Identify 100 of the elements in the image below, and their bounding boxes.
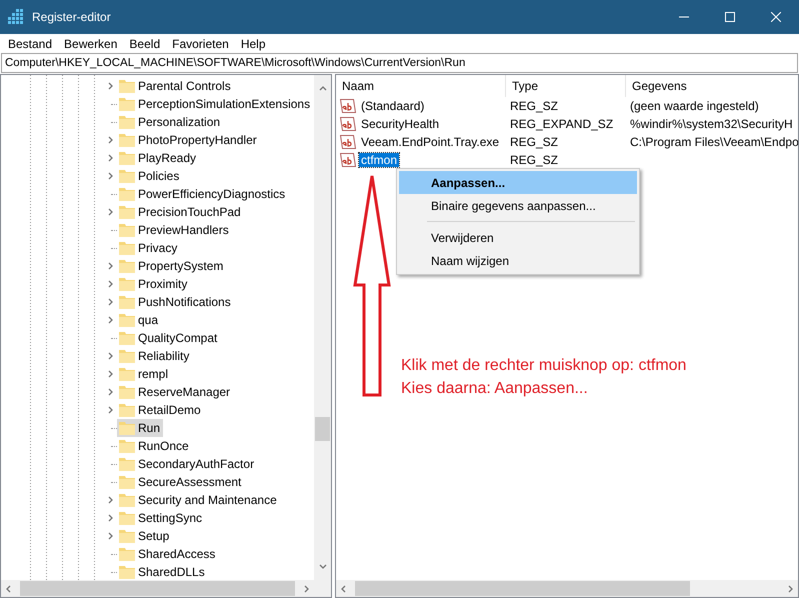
folder-icon <box>119 529 135 543</box>
folder-icon <box>119 349 135 363</box>
tree-item[interactable]: Run <box>117 419 164 437</box>
vertical-scrollbar[interactable] <box>314 75 331 580</box>
chevron-left-icon <box>4 584 12 592</box>
folder-icon <box>119 223 135 237</box>
tree-item[interactable]: PhotoPropertyHandler <box>117 131 260 149</box>
chevron-right-icon <box>107 370 115 378</box>
folder-icon <box>119 133 135 147</box>
chevron-right-icon <box>107 298 115 306</box>
chevron-right-icon <box>107 280 115 288</box>
string-value-icon <box>340 99 356 113</box>
folder-icon <box>119 565 135 579</box>
chevron-right-icon <box>107 154 115 162</box>
folder-icon <box>119 187 135 201</box>
scrollbar-thumb[interactable] <box>315 417 330 441</box>
tree-item[interactable]: RunOnce <box>117 437 192 455</box>
chevron-left-icon <box>339 584 347 592</box>
tree-item[interactable]: PlayReady <box>117 149 200 167</box>
folder-icon <box>119 367 135 381</box>
value-name[interactable]: Veeam.EndPoint.Tray.exe <box>359 135 502 149</box>
folder-icon <box>119 79 135 93</box>
tree-item[interactable]: SecondaryAuthFactor <box>117 455 258 473</box>
folder-icon <box>119 475 135 489</box>
table-cell: REG_SZ <box>510 153 558 167</box>
value-name[interactable]: ctfmon <box>359 153 400 167</box>
tree-item[interactable]: SettingSync <box>117 509 206 527</box>
chevron-right-icon <box>107 136 115 144</box>
string-value-icon <box>340 117 356 131</box>
chevron-right-icon <box>303 584 311 592</box>
menu-item[interactable]: Bewerken <box>58 34 124 53</box>
folder-icon <box>119 97 135 111</box>
chevron-right-icon <box>107 514 115 522</box>
tree-item[interactable]: ReserveManager <box>117 383 234 401</box>
chevron-right-icon <box>107 388 115 396</box>
folder-icon <box>119 547 135 561</box>
table-cell: REG_EXPAND_SZ <box>510 117 614 131</box>
tree-item[interactable]: SecureAssessment <box>117 473 244 491</box>
tree-item[interactable]: PrecisionTouchPad <box>117 203 244 221</box>
tree-item[interactable]: Reliability <box>117 347 192 365</box>
horizontal-scrollbar[interactable] <box>336 580 798 597</box>
context-menu-item[interactable]: Naam wijzigen <box>399 249 637 272</box>
context-menu-item[interactable]: Verwijderen <box>399 226 637 249</box>
menu-item[interactable]: Beeld <box>123 34 166 53</box>
tree-item[interactable]: Parental Controls <box>117 77 234 95</box>
table-cell: (geen waarde ingesteld) <box>630 99 759 113</box>
address-field[interactable]: Computer\HKEY_LOCAL_MACHINE\SOFTWARE\Microsoft\Windows\CurrentVersion\Run <box>1 53 798 73</box>
tree-item[interactable]: PropertySystem <box>117 257 226 275</box>
context-menu-item[interactable]: Binaire gegevens aanpassen... <box>399 194 637 217</box>
maximize-icon <box>725 12 735 22</box>
app-icon <box>8 9 24 25</box>
folder-icon <box>119 493 135 507</box>
column-header[interactable]: Type <box>506 75 626 97</box>
tree-item[interactable]: Setup <box>117 527 172 545</box>
menu-item[interactable]: Bestand <box>2 34 58 53</box>
horizontal-scrollbar[interactable] <box>1 580 314 597</box>
chevron-right-icon <box>107 208 115 216</box>
tree-item[interactable]: rempl <box>117 365 172 383</box>
chevron-right-icon <box>107 316 115 324</box>
folder-icon <box>119 331 135 345</box>
tree-item[interactable]: RetailDemo <box>117 401 204 419</box>
tree-item[interactable]: PowerEfficiencyDiagnostics <box>117 185 288 203</box>
folder-icon <box>119 205 135 219</box>
scrollbar-thumb[interactable] <box>355 581 690 596</box>
chevron-right-icon <box>107 532 115 540</box>
chevron-down-icon <box>318 563 326 571</box>
chevron-right-icon <box>107 172 115 180</box>
folder-icon <box>119 169 135 183</box>
tree-item[interactable]: Security and Maintenance <box>117 491 280 509</box>
table-cell: REG_SZ <box>510 135 558 149</box>
folder-icon <box>119 115 135 129</box>
tree-item[interactable]: Policies <box>117 167 182 185</box>
folder-icon <box>119 439 135 453</box>
tree-item[interactable]: PreviewHandlers <box>117 221 232 239</box>
folder-icon <box>119 457 135 471</box>
column-header[interactable]: Naam <box>336 75 506 97</box>
tree-item[interactable]: SharedAccess <box>117 545 218 563</box>
column-header[interactable]: Gegevens <box>626 75 798 97</box>
value-name[interactable]: SecurityHealth <box>359 117 442 131</box>
table-cell: C:\Program Files\Veeam\Endpo <box>630 135 798 149</box>
tree-item[interactable]: Privacy <box>117 239 180 257</box>
chevron-right-icon <box>107 406 115 414</box>
folder-icon <box>119 241 135 255</box>
menu-item[interactable]: Help <box>234 34 272 53</box>
tree-item[interactable]: qua <box>117 311 162 329</box>
tree-item[interactable]: QualityCompat <box>117 329 220 347</box>
scrollbar-thumb[interactable] <box>20 581 295 596</box>
menu-item[interactable]: Favorieten <box>166 34 235 53</box>
value-name[interactable]: (Standaard) <box>359 99 426 113</box>
tree-item[interactable]: PerceptionSimulationExtensions <box>117 95 314 113</box>
tree-item[interactable]: Proximity <box>117 275 190 293</box>
folder-icon <box>119 313 135 327</box>
folder-icon <box>119 277 135 291</box>
table-cell: REG_SZ <box>510 99 558 113</box>
chevron-right-icon <box>107 352 115 360</box>
tree-item[interactable]: Personalization <box>117 113 224 131</box>
context-menu-item[interactable]: Aanpassen... <box>399 171 637 194</box>
folder-icon <box>119 385 135 399</box>
chevron-right-icon <box>787 584 795 592</box>
tree-item[interactable]: PushNotifications <box>117 293 234 311</box>
